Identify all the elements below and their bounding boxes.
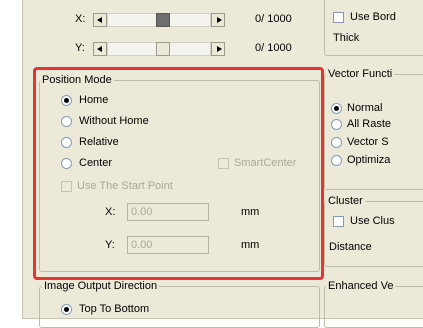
- slider-y-thumb[interactable]: [156, 42, 170, 56]
- use-cluster-checkbox[interactable]: [333, 216, 344, 227]
- slider-y-right-arrow[interactable]: [211, 42, 225, 56]
- slider-x-track[interactable]: [107, 13, 211, 27]
- enhanced-legend: Enhanced Ve: [326, 280, 396, 292]
- vector-function-group: [324, 74, 423, 190]
- image-output-legend: Image Output Direction: [42, 280, 160, 292]
- border-group: [324, 0, 423, 56]
- cluster-legend: Cluster: [326, 195, 365, 207]
- radio-all-raster[interactable]: [331, 119, 342, 130]
- slider-x-value: 0/ 1000: [255, 13, 292, 25]
- cluster-group: [324, 201, 423, 267]
- radio-optimize[interactable]: [331, 155, 342, 166]
- radio-normal-label: Normal: [347, 102, 383, 114]
- use-border-label: Use Bord: [350, 11, 396, 23]
- slider-y-track[interactable]: [107, 42, 211, 56]
- use-cluster-label: Use Clus: [350, 215, 395, 227]
- slider-x-left-arrow[interactable]: [93, 13, 107, 27]
- radio-all-raster-label: All Raste: [347, 118, 392, 130]
- slider-y-value: 0/ 1000: [255, 42, 292, 54]
- slider-x-thumb[interactable]: [156, 13, 170, 27]
- highlight-box: [33, 67, 324, 280]
- radio-top-to-bottom-label: Top To Bottom: [79, 303, 150, 315]
- slider-x-right-arrow[interactable]: [211, 13, 225, 27]
- distance-label: Distance: [329, 241, 372, 253]
- radio-vector-s[interactable]: [331, 137, 342, 148]
- slider-x-label: X:: [75, 13, 86, 25]
- vector-function-legend: Vector Functi: [326, 68, 395, 80]
- enhanced-group: [324, 286, 423, 328]
- radio-vector-s-label: Vector S: [347, 136, 389, 148]
- use-border-checkbox[interactable]: [333, 12, 344, 23]
- radio-optimize-label: Optimiza: [347, 154, 391, 166]
- slider-y-left-arrow[interactable]: [93, 42, 107, 56]
- radio-top-to-bottom[interactable]: [61, 304, 72, 315]
- slider-y-label: Y:: [75, 42, 85, 54]
- thick-label: Thick: [333, 32, 360, 44]
- radio-normal[interactable]: [331, 103, 342, 114]
